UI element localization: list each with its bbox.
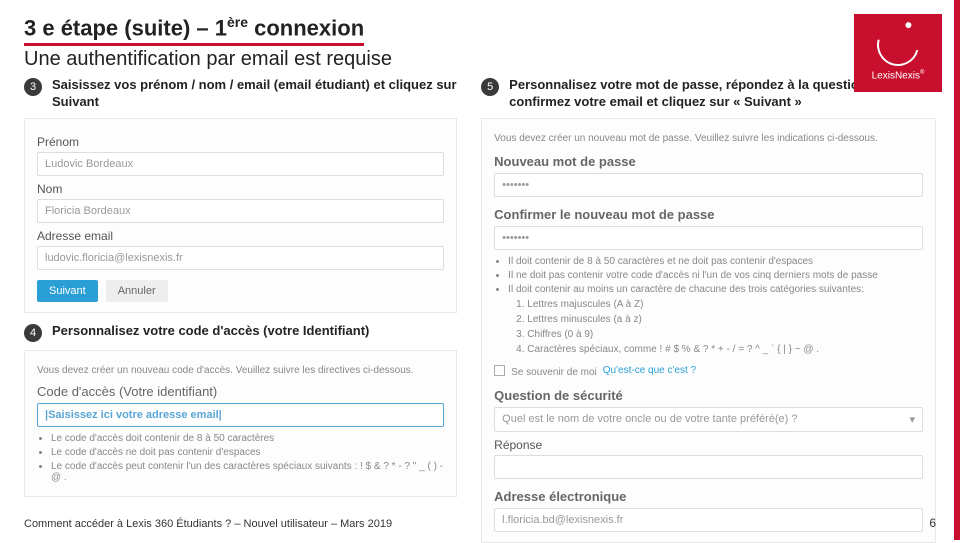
step-4-text: Personnalisez votre code d'accès (votre … bbox=[52, 323, 369, 342]
input-prenom[interactable]: Ludovic Bordeaux bbox=[37, 152, 444, 176]
cancel-button[interactable]: Annuler bbox=[106, 280, 168, 302]
form-step-4: Vous devez créer un nouveau code d'accès… bbox=[24, 350, 457, 497]
logo-swoosh-icon bbox=[869, 17, 926, 74]
step-3: 3 Saisissez vos prénom / nom / email (em… bbox=[24, 77, 457, 110]
input-answer[interactable] bbox=[494, 455, 923, 479]
input-identifiant[interactable]: |Saisissez ici votre adresse email| bbox=[37, 403, 444, 427]
label-answer: Réponse bbox=[494, 438, 923, 452]
security-question-value: Quel est le nom de votre oncle ou de vot… bbox=[502, 413, 797, 425]
page-number: 6 bbox=[929, 516, 936, 530]
form4-rule: Le code d'accès peut contenir l'un des c… bbox=[51, 461, 444, 483]
remember-me-label: Se souvenir de moi bbox=[511, 367, 597, 378]
form4-rule: Le code d'accès doit contenir de 8 à 50 … bbox=[51, 433, 444, 444]
form5-rule: Il ne doit pas contenir votre code d'acc… bbox=[508, 270, 923, 281]
step-badge: 5 bbox=[481, 78, 499, 96]
label-confirm-password: Confirmer le nouveau mot de passe bbox=[494, 207, 923, 222]
pwd-cat: 1. Lettres majuscules (A à Z) bbox=[516, 299, 923, 310]
input-nom[interactable]: Floricia Bordeaux bbox=[37, 199, 444, 223]
form5-rule: Il doit contenir de 8 à 50 caractères et… bbox=[508, 256, 923, 267]
form-step-5: Vous devez créer un nouveau mot de passe… bbox=[481, 118, 936, 543]
pwd-cat: 3. Chiffres (0 à 9) bbox=[516, 329, 923, 340]
input-confirm-password[interactable]: ••••••• bbox=[494, 226, 923, 250]
form-step-3: Prénom Ludovic Bordeaux Nom Floricia Bor… bbox=[24, 118, 457, 313]
brand-logo: LexisNexis® bbox=[854, 14, 942, 92]
input-email[interactable]: ludovic.floricia@lexisnexis.fr bbox=[37, 246, 444, 270]
step-3-text: Saisissez vos prénom / nom / email (emai… bbox=[52, 77, 457, 110]
pwd-cat: 4. Caractères spéciaux, comme ! # $ % & … bbox=[516, 344, 923, 355]
input-email2[interactable]: l.floricia.bd@lexisnexis.fr bbox=[494, 508, 923, 532]
label-email2: Adresse électronique bbox=[494, 489, 923, 504]
whats-this-link[interactable]: Qu'est-ce que c'est ? bbox=[603, 365, 696, 376]
form5-intro: Vous devez créer un nouveau mot de passe… bbox=[494, 133, 923, 144]
input-new-password[interactable]: ••••••• bbox=[494, 173, 923, 197]
footer-text: Comment accéder à Lexis 360 Étudiants ? … bbox=[24, 518, 392, 530]
step-4: 4 Personnalisez votre code d'accès (votr… bbox=[24, 323, 457, 342]
step-badge: 4 bbox=[24, 324, 42, 342]
form4-heading: Code d'accès (Votre identifiant) bbox=[37, 384, 444, 399]
pwd-cat: 2. Lettres minuscules (a à z) bbox=[516, 314, 923, 325]
remember-me-checkbox[interactable] bbox=[494, 365, 505, 376]
form4-rule: Le code d'accès ne doit pas contenir d'e… bbox=[51, 447, 444, 458]
page-subtitle: Une authentification par email est requi… bbox=[24, 48, 936, 71]
label-new-password: Nouveau mot de passe bbox=[494, 154, 923, 169]
next-button[interactable]: Suivant bbox=[37, 280, 98, 302]
security-question-heading: Question de sécurité bbox=[494, 388, 923, 403]
label-prenom: Prénom bbox=[37, 135, 444, 149]
page-title: 3 e étape (suite) – 1ère connexion bbox=[24, 14, 364, 46]
form4-intro: Vous devez créer un nouveau code d'accès… bbox=[37, 365, 444, 376]
label-email: Adresse email bbox=[37, 229, 444, 243]
logo-label: LexisNexis® bbox=[872, 70, 925, 81]
form5-rule: Il doit contenir au moins un caractère d… bbox=[508, 284, 923, 295]
label-nom: Nom bbox=[37, 182, 444, 196]
step-badge: 3 bbox=[24, 78, 42, 96]
chevron-down-icon: ▾ bbox=[909, 413, 915, 426]
security-question-select[interactable]: Quel est le nom de votre oncle ou de vot… bbox=[494, 407, 923, 432]
accent-bar bbox=[954, 0, 960, 540]
